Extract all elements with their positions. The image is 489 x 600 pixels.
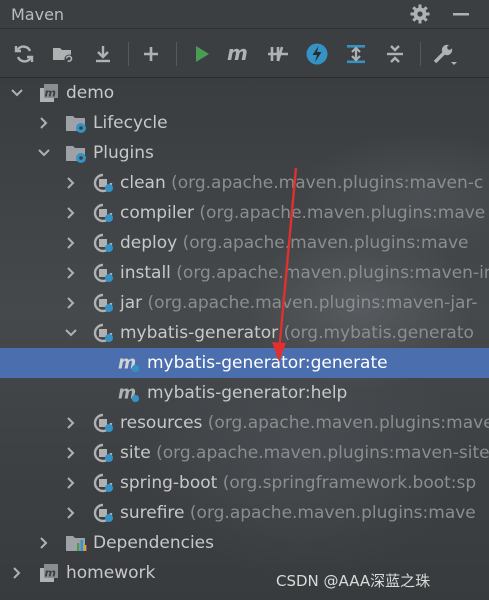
- maven-plugin-icon: [93, 203, 113, 223]
- generate-sources-icon[interactable]: [50, 41, 76, 67]
- maven-project-icon: m: [40, 564, 58, 582]
- tool-window-header: Maven: [0, 0, 489, 29]
- tree-node-plugin[interactable]: spring-boot (org.springframework.boot:sp: [0, 468, 489, 498]
- tree-node-goal-help[interactable]: m mybatis-generator:help: [0, 378, 489, 408]
- add-icon[interactable]: [138, 41, 164, 67]
- chevron-down-icon[interactable]: [10, 86, 24, 100]
- maven-plugin-icon: [93, 473, 113, 493]
- maven-plugin-icon: [93, 443, 113, 463]
- chevron-right-icon[interactable]: [64, 296, 78, 310]
- tree-node-plugin[interactable]: install (org.apache.maven.plugins:maven-…: [0, 258, 489, 288]
- tree-node-plugin[interactable]: surefire (org.apache.maven.plugins:mave: [0, 498, 489, 528]
- tree-node-plugin[interactable]: jar (org.apache.maven.plugins:maven-jar-: [0, 288, 489, 318]
- tree-node-label: jar (org.apache.maven.plugins:maven-jar-: [120, 293, 478, 313]
- gear-icon[interactable]: [409, 3, 431, 25]
- chevron-down-icon[interactable]: [37, 146, 51, 160]
- maven-plugin-icon: [93, 233, 113, 253]
- chevron-right-icon[interactable]: [64, 206, 78, 220]
- tree-node-label: mybatis-generator:help: [147, 383, 348, 403]
- tree-node-plugins[interactable]: Plugins: [0, 138, 489, 168]
- tree-node-label: demo: [66, 83, 115, 103]
- chevron-right-icon[interactable]: [37, 536, 51, 550]
- maven-toolbar: m: [0, 29, 489, 78]
- tree-node-dependencies[interactable]: Dependencies: [0, 528, 489, 558]
- chevron-right-icon[interactable]: [10, 566, 24, 580]
- tree-node-label: deploy (org.apache.maven.plugins:mave: [120, 233, 469, 253]
- tree-node-label: site (org.apache.maven.plugins:maven-sit…: [120, 443, 489, 463]
- show-dependencies-icon[interactable]: [343, 41, 369, 67]
- tree-node-label: homework: [66, 563, 156, 583]
- maven-plugin-icon: [93, 323, 113, 343]
- tree-node-label: Plugins: [93, 143, 154, 163]
- maven-plugin-icon: [93, 503, 113, 523]
- hide-icon[interactable]: [450, 3, 472, 25]
- tree-node-label: surefire (org.apache.maven.plugins:mave: [120, 503, 476, 523]
- folder-gear-icon: [66, 116, 86, 133]
- tree-node-label: install (org.apache.maven.plugins:maven-…: [120, 263, 489, 283]
- settings-wrench-icon[interactable]: [432, 41, 458, 67]
- tree-node-label: mybatis-generator:generate: [147, 353, 388, 373]
- maven-plugin-icon: [93, 293, 113, 313]
- svg-text:m: m: [227, 43, 248, 65]
- chevron-right-icon[interactable]: [64, 236, 78, 250]
- tree-node-goal-generate[interactable]: m mybatis-generator:generate: [0, 348, 489, 378]
- chevron-down-icon[interactable]: [64, 326, 78, 340]
- folder-gear-icon: [66, 146, 86, 163]
- tree-node-label: spring-boot (org.springframework.boot:sp: [120, 473, 477, 493]
- chevron-right-icon[interactable]: [64, 446, 78, 460]
- chevron-right-icon[interactable]: [64, 266, 78, 280]
- maven-plugin-icon: [93, 413, 113, 433]
- tree-node-plugin[interactable]: resources (org.apache.maven.plugins:mave: [0, 408, 489, 438]
- tree-node-label: clean (org.apache.maven.plugins:maven-c: [120, 173, 484, 193]
- maven-plugin-icon: [93, 173, 113, 193]
- maven-plugin-icon: [93, 263, 113, 283]
- maven-goal-icon: m: [118, 354, 140, 374]
- execute-goal-icon[interactable]: m: [226, 41, 252, 67]
- tree-node-label: Dependencies: [93, 533, 214, 553]
- tree-node-plugin[interactable]: site (org.apache.maven.plugins:maven-sit…: [0, 438, 489, 468]
- chevron-right-icon[interactable]: [64, 416, 78, 430]
- maven-goal-icon: m: [118, 384, 140, 404]
- svg-text:m: m: [45, 87, 56, 100]
- tree-node-lifecycle[interactable]: Lifecycle: [0, 108, 489, 138]
- tree-node-plugin[interactable]: deploy (org.apache.maven.plugins:mave: [0, 228, 489, 258]
- tree-node-label: Lifecycle: [93, 113, 168, 133]
- toggle-offline-icon[interactable]: [265, 41, 291, 67]
- chevron-right-icon[interactable]: [64, 476, 78, 490]
- tree-node-plugin[interactable]: compiler (org.apache.maven.plugins:mave: [0, 198, 489, 228]
- download-icon[interactable]: [90, 41, 116, 67]
- chevron-right-icon[interactable]: [37, 116, 51, 130]
- tool-window-title: Maven: [11, 4, 65, 24]
- collapse-all-icon[interactable]: [382, 41, 408, 67]
- skip-tests-icon[interactable]: [304, 41, 330, 67]
- watermark: CSDN @AAA深蓝之珠: [276, 572, 431, 590]
- tree-node-label: compiler (org.apache.maven.plugins:mave: [120, 203, 486, 223]
- run-icon[interactable]: [189, 41, 215, 67]
- folder-dependencies-icon: [66, 536, 87, 551]
- chevron-right-icon[interactable]: [64, 506, 78, 520]
- svg-text:m: m: [45, 567, 56, 580]
- tree-node-plugin-mybatis[interactable]: mybatis-generator (org.mybatis.generato: [0, 318, 489, 348]
- tree-node-demo[interactable]: m demo: [0, 78, 489, 108]
- tree-node-label: mybatis-generator (org.mybatis.generato: [120, 323, 474, 343]
- chevron-right-icon[interactable]: [64, 176, 78, 190]
- reload-icon[interactable]: [11, 41, 37, 67]
- tree-node-label: resources (org.apache.maven.plugins:mave: [120, 413, 489, 433]
- maven-project-icon: m: [40, 84, 58, 102]
- tree-node-plugin[interactable]: clean (org.apache.maven.plugins:maven-c: [0, 168, 489, 198]
